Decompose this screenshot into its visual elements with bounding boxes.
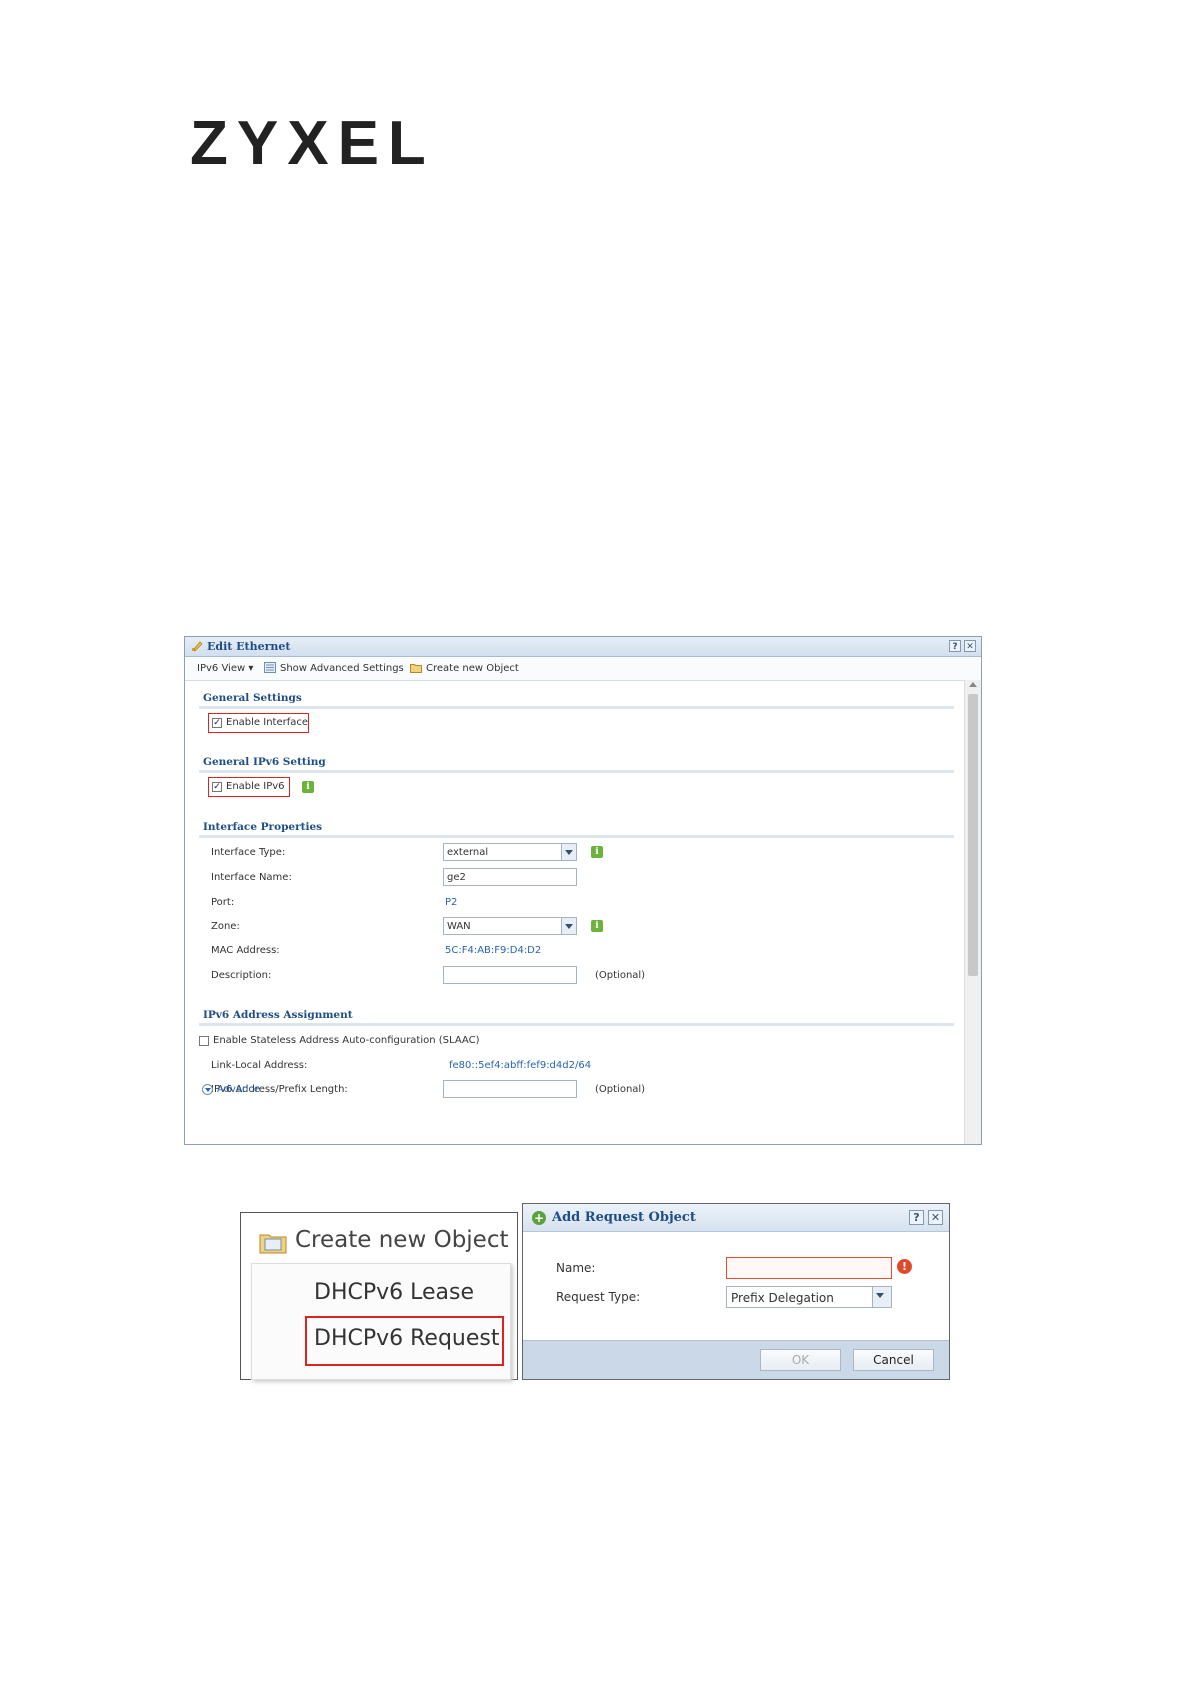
info-icon[interactable]: i [302, 781, 314, 793]
description-input[interactable] [443, 966, 577, 984]
create-new-object-button[interactable]: Create new Object [426, 663, 519, 674]
link-local-value: fe80::5ef4:abff:fef9:d4d2/64 [449, 1060, 592, 1071]
request-type-select[interactable]: Prefix Delegation [726, 1286, 892, 1308]
enable-interface-label: Enable Interface [226, 717, 309, 728]
expand-down-icon[interactable] [202, 1084, 213, 1095]
section-ipv6-address-assignment: IPv6 Address Assignment [203, 1009, 353, 1021]
link-local-label: Link-Local Address: [211, 1060, 308, 1071]
name-label: Name: [556, 1261, 596, 1275]
create-object-menu-zoom: Create new Object DHCPv6 Lease DHCPv6 Re… [240, 1212, 518, 1380]
ok-button[interactable]: OK [760, 1349, 841, 1371]
interface-name-label: Interface Name: [211, 872, 292, 883]
window-title: Edit Ethernet [207, 640, 291, 653]
section-general-ipv6: General IPv6 Setting [203, 756, 326, 768]
pencil-icon [192, 641, 203, 652]
enable-ipv6-checkbox[interactable]: ✓ [212, 782, 222, 792]
close-button[interactable]: ✕ [964, 640, 976, 652]
menu-item-dhcpv6-request[interactable]: DHCPv6 Request [314, 1326, 500, 1351]
interface-type-label: Interface Type: [211, 847, 286, 858]
request-type-value: Prefix Delegation [731, 1291, 834, 1305]
window-toolbar: IPv6 View ▾ Show Advanced Settings Creat… [185, 657, 981, 681]
dialog-footer: OK Cancel [523, 1340, 949, 1379]
zone-select[interactable]: WAN [443, 917, 577, 935]
ipv6-prefix-input[interactable] [443, 1080, 577, 1098]
dialog-title: Add Request Object [552, 1210, 696, 1225]
add-icon: + [532, 1211, 546, 1225]
cancel-button[interactable]: Cancel [853, 1349, 934, 1371]
chevron-down-icon [872, 1287, 891, 1307]
error-icon: ! [897, 1259, 912, 1274]
help-button[interactable]: ? [909, 1210, 924, 1225]
mac-address-value: 5C:F4:AB:F9:D4:D2 [445, 945, 542, 956]
menu-item-dhcpv6-lease[interactable]: DHCPv6 Lease [314, 1280, 474, 1305]
window-content: General Settings ✓ Enable Interface Gene… [185, 680, 964, 1144]
zone-value: WAN [447, 921, 471, 932]
enable-ipv6-label: Enable IPv6 [226, 781, 285, 792]
section-general-settings: General Settings [203, 692, 302, 704]
interface-type-value: external [447, 847, 489, 858]
port-label: Port: [211, 897, 235, 908]
folder-icon [259, 1234, 287, 1254]
show-advanced-settings-button[interactable]: Show Advanced Settings [280, 663, 404, 674]
name-input[interactable] [726, 1257, 892, 1279]
create-object-dropdown: DHCPv6 Lease DHCPv6 Request [251, 1263, 511, 1380]
section-divider [199, 706, 954, 709]
vertical-scrollbar[interactable] [964, 680, 981, 1144]
description-label: Description: [211, 970, 272, 981]
section-interface-properties: Interface Properties [203, 821, 323, 833]
folder-icon [410, 664, 422, 673]
info-icon[interactable]: i [591, 846, 603, 858]
info-icon[interactable]: i [591, 920, 603, 932]
scrollbar-thumb[interactable] [968, 694, 978, 976]
ipv6-view-menu[interactable]: IPv6 View ▾ [197, 663, 253, 674]
zone-label: Zone: [211, 921, 240, 932]
request-type-label: Request Type: [556, 1290, 641, 1304]
slaac-checkbox[interactable] [199, 1036, 209, 1046]
help-button[interactable]: ? [949, 640, 961, 652]
section-divider [199, 1023, 954, 1026]
optional-hint: (Optional) [595, 1084, 646, 1095]
window-titlebar: Edit Ethernet ? ✕ [185, 637, 981, 657]
settings-list-icon [264, 662, 276, 673]
slaac-label: Enable Stateless Address Auto-configurat… [213, 1035, 480, 1046]
enable-interface-checkbox[interactable]: ✓ [212, 718, 222, 728]
chevron-down-icon [561, 918, 576, 934]
edit-ethernet-window: Edit Ethernet ? ✕ IPv6 View ▾ Show Advan… [184, 636, 982, 1145]
create-new-object-header[interactable]: Create new Object [295, 1227, 509, 1253]
interface-name-input[interactable]: ge2 [443, 868, 577, 886]
advance-link[interactable]: Advance [217, 1084, 260, 1095]
port-value: P2 [445, 897, 458, 908]
close-button[interactable]: ✕ [928, 1210, 943, 1225]
section-divider [199, 770, 954, 773]
optional-hint: (Optional) [595, 970, 646, 981]
mac-address-label: MAC Address: [211, 945, 280, 956]
zyxel-logo: ZYXEL [190, 109, 435, 178]
interface-type-select[interactable]: external [443, 843, 577, 861]
dialog-titlebar: + Add Request Object ? ✕ [523, 1204, 949, 1232]
chevron-down-icon [561, 844, 576, 860]
section-divider [199, 835, 954, 838]
scroll-up-arrow-icon[interactable] [969, 682, 977, 687]
add-request-object-dialog: + Add Request Object ? ✕ Name: ! Request… [522, 1203, 950, 1380]
